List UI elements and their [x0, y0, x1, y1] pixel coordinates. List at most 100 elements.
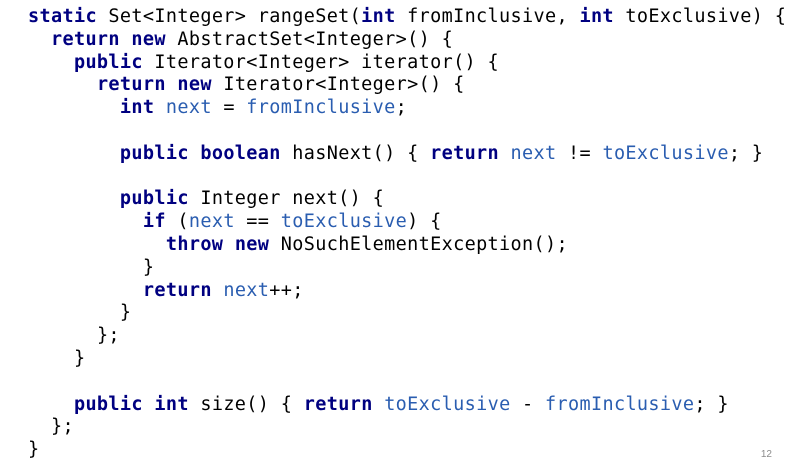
code-keyword: if	[142, 211, 166, 233]
code-text: }	[119, 302, 132, 324]
code-line: public Iterator<Integer> iterator() {	[28, 52, 787, 75]
code-keyword: new	[131, 28, 166, 50]
code-text: };	[50, 416, 74, 438]
code-keyword: return	[303, 393, 373, 415]
code-keyword: public	[73, 51, 143, 73]
code-line: };	[28, 325, 787, 348]
slide: static Set<Integer> rangeSet(int fromInc…	[0, 0, 787, 471]
code-line: if (next == toExclusive) {	[28, 211, 787, 234]
code-keyword: new	[177, 74, 212, 96]
code-text: NoSuchElementException();	[269, 233, 568, 255]
code-keyword: throw	[165, 233, 224, 255]
page-number: 12	[760, 449, 772, 460]
code-text: !=	[556, 142, 603, 164]
code-field: fromInclusive	[545, 393, 695, 415]
code-keyword: int	[154, 393, 189, 415]
code-keyword: return	[50, 28, 120, 50]
code-keyword: public	[119, 142, 189, 164]
code-text: Iterator<Integer>() {	[211, 74, 465, 96]
code-keyword: int	[579, 6, 614, 27]
code-text: };	[96, 325, 120, 347]
code-keyword: int	[119, 97, 155, 119]
code-keyword: return	[430, 142, 500, 164]
code-line: public int size() { return toExclusive -…	[28, 394, 787, 417]
code-keyword: public	[119, 188, 189, 210]
code-field: toExclusive	[602, 142, 729, 164]
code-line: public boolean hasNext() { return next !…	[28, 143, 787, 166]
code-keyword: boolean	[200, 142, 281, 164]
code-keyword: public	[73, 393, 143, 415]
code-text: }	[73, 347, 86, 369]
code-line: int next = fromInclusive;	[28, 97, 787, 120]
code-field: next	[510, 142, 557, 164]
code-text: AbstractSet<Integer>() {	[165, 28, 454, 50]
code-text: Integer next() {	[188, 188, 385, 210]
code-line: throw new NoSuchElementException();	[28, 234, 787, 257]
code-text: ) {	[407, 211, 442, 233]
code-text: Set<Integer> rangeSet(	[96, 6, 362, 27]
code-text: (	[165, 211, 189, 233]
code-block: static Set<Integer> rangeSet(int fromInc…	[28, 6, 787, 462]
code-field: toExclusive	[384, 393, 511, 415]
code-line: };	[28, 416, 787, 439]
code-text: toExclusive) {	[613, 6, 787, 27]
code-line: }	[28, 439, 787, 462]
code-keyword: return	[142, 279, 212, 301]
code-text: hasNext() {	[280, 142, 431, 164]
code-field: next	[165, 97, 212, 119]
code-text: ;	[395, 97, 408, 119]
code-field: next	[223, 279, 270, 301]
code-keyword: static	[28, 6, 97, 27]
code-text: ==	[234, 211, 281, 233]
code-field: fromInclusive	[246, 97, 396, 119]
code-line: }	[28, 348, 787, 371]
code-text: }	[28, 439, 40, 461]
code-text: }	[142, 256, 155, 278]
code-keyword: new	[234, 233, 270, 255]
code-line: public Integer next() {	[28, 188, 787, 211]
code-line: return new AbstractSet<Integer>() {	[28, 29, 787, 52]
code-line: static Set<Integer> rangeSet(int fromInc…	[28, 6, 787, 29]
code-keyword: int	[361, 6, 396, 27]
code-field: toExclusive	[280, 211, 408, 233]
code-text: fromInclusive,	[395, 6, 580, 27]
code-text: size() {	[188, 393, 304, 415]
code-line: }	[28, 302, 787, 325]
code-line: }	[28, 257, 787, 280]
code-line: return next++;	[28, 280, 787, 303]
code-text: ; }	[728, 142, 764, 164]
code-text: ++;	[269, 279, 304, 301]
code-text: Iterator<Integer> iterator() {	[142, 51, 500, 73]
code-text: =	[211, 97, 247, 119]
code-field: next	[188, 211, 235, 233]
code-text: -	[510, 393, 546, 415]
code-line: return new Iterator<Integer>() {	[28, 74, 787, 97]
code-keyword: return	[96, 74, 166, 96]
